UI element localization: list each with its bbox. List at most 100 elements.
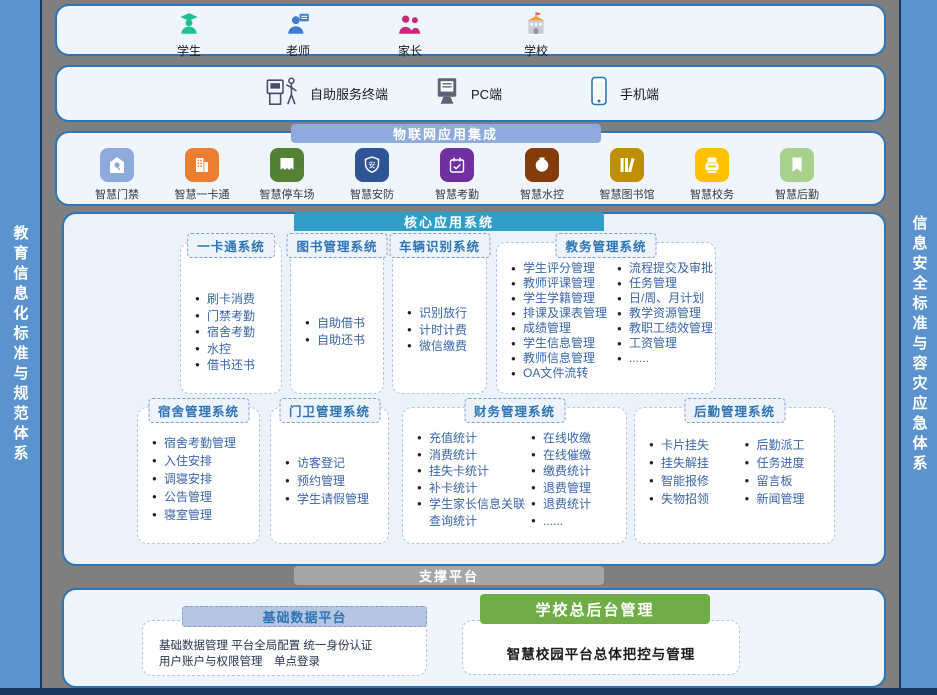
school-backend-box: 智慧校园平台总体把控与管理 [462, 620, 740, 675]
iot-label: 智慧门禁 [95, 186, 139, 202]
feature-list: 刷卡消费 门禁考勤 宿舍考勤 水控 借书还书 [181, 291, 281, 374]
feature-item: 宿舍考勤管理 [152, 434, 255, 452]
feature-item: ...... [617, 351, 715, 366]
iot-item-parking: 智慧停车场 [263, 148, 311, 202]
kiosk-icon [265, 75, 301, 112]
feature-list: 在线收缴 在线催缴 缴费统计 退费管理 退费统计 ...... [529, 430, 626, 529]
feature-item: 挂失卡统计 [417, 463, 529, 480]
left-pillar-label: 教育信息化标准与规范体系 [10, 225, 31, 465]
iot-item-security: 安 智慧安防 [348, 148, 396, 202]
system-box-finance: 财务管理系统 充值统计 消费统计 挂失卡统计 补卡统计 学生家长信息关联查询统计… [402, 407, 627, 544]
svg-text:安: 安 [368, 160, 376, 170]
user-item-school: 学校 [504, 11, 568, 53]
feature-list: 学生评分管理 教师评课管理 学生学籍管理 排课及课表管理 成绩管理 学生信息管理… [497, 261, 613, 381]
feature-list: 自助借书 自助还书 [291, 315, 383, 348]
basic-platform-features: 基础数据管理 平台全局配置 统一身份认证 用户账户与权限管理 单点登录 [143, 621, 426, 670]
teacher-icon [285, 11, 311, 42]
support-band: 支撑平台 基础数据平台 基础数据管理 平台全局配置 统一身份认证 用户账户与权限… [62, 588, 886, 688]
feature-item: 流程提交及审批 [617, 261, 715, 276]
box-title: 教务管理系统 [555, 233, 656, 258]
basic-data-platform-title: 基础数据平台 [182, 606, 427, 627]
iot-band-title: 物联网应用集成 [291, 124, 601, 143]
support-band-title: 支撑平台 [294, 566, 604, 585]
feature-item: 学生请假管理 [285, 490, 384, 508]
feature-list: 流程提交及审批 任务管理 日/周、月计划 教学资源管理 教职工绩效管理 工资管理… [613, 261, 715, 381]
water-control-icon [525, 148, 559, 182]
iot-label: 智慧一卡通 [175, 186, 230, 202]
iot-item-affairs: 智慧校务 [688, 148, 736, 202]
feature-list: 后勤派工 任务进度 留言板 新闻管理 [741, 436, 835, 508]
iot-label: 智慧水控 [520, 186, 564, 202]
attendance-calendar-icon [440, 148, 474, 182]
school-backend-content: 智慧校园平台总体把控与管理 [463, 621, 739, 663]
terminal-label: 自助服务终端 [310, 84, 388, 103]
access-control-icon [100, 148, 134, 182]
feature-item: 消费统计 [417, 447, 529, 464]
box-title: 后勤管理系统 [684, 398, 785, 423]
iot-item-onecard: 智慧一卡通 [178, 148, 226, 202]
feature-item: 任务进度 [745, 454, 835, 472]
iot-item-logistics: 智慧后勤 [773, 148, 821, 202]
iot-label: 智慧考勤 [435, 186, 479, 202]
feature-item: 学生信息管理 [511, 336, 613, 351]
basic-platform-line: 基础数据管理 平台全局配置 统一身份认证 [159, 638, 426, 654]
feature-item: 新闻管理 [745, 490, 835, 508]
terminal-label: PC端 [471, 84, 502, 103]
user-label: 学生 [177, 42, 201, 59]
pc-icon [432, 76, 462, 111]
system-box-gate: 门卫管理系统 访客登记 预约管理 学生请假管理 [270, 407, 389, 544]
system-box-dormitory: 宿舍管理系统 宿舍考勤管理 入住安排 调寝安排 公告管理 寝室管理 [137, 407, 260, 544]
phone-icon [587, 75, 611, 112]
right-pillar: 信息安全标准与容灾应急体系 [899, 0, 937, 689]
feature-item: 日/周、月计划 [617, 291, 715, 306]
smart-campus-architecture-diagram: 教育信息化标准与规范体系 信息安全标准与容灾应急体系 学生 老师 家长 [0, 0, 937, 695]
user-label: 学校 [524, 42, 548, 59]
user-item-student: 学生 [157, 11, 221, 53]
core-band-title: 核心应用系统 [294, 212, 604, 231]
feature-item: 教学资源管理 [617, 306, 715, 321]
feature-item: 自助还书 [305, 332, 379, 349]
feature-item: 调寝安排 [152, 470, 255, 488]
system-box-vehicle: 车辆识别系统 识别放行 计时计费 微信缴费 [392, 242, 487, 394]
feature-item: 缴费统计 [531, 463, 626, 480]
system-box-academic: 教务管理系统 学生评分管理 教师评课管理 学生学籍管理 排课及课表管理 成绩管理… [496, 242, 716, 394]
terminals-band: 自助服务终端 PC端 手机端 [55, 65, 886, 122]
user-label: 家长 [398, 42, 422, 59]
feature-item: ...... [531, 513, 626, 530]
feature-item: 学生评分管理 [511, 261, 613, 276]
iot-label: 智慧停车场 [260, 186, 315, 202]
iot-item-attendance: 智慧考勤 [433, 148, 481, 202]
terminal-label: 手机端 [620, 84, 659, 103]
feature-item: 借书还书 [195, 357, 277, 374]
users-band: 学生 老师 家长 学校 [55, 4, 886, 56]
user-item-parent: 家长 [378, 11, 442, 53]
feature-list: 宿舍考勤管理 入住安排 调寝安排 公告管理 寝室管理 [138, 434, 259, 524]
box-title: 财务管理系统 [464, 398, 565, 423]
feature-list: 卡片挂失 挂失解挂 智能报修 失物招领 [635, 436, 741, 508]
iot-label: 智慧安防 [350, 186, 394, 202]
left-pillar: 教育信息化标准与规范体系 [0, 0, 42, 689]
box-title: 图书管理系统 [286, 233, 387, 258]
feature-item: OA文件流转 [511, 366, 613, 381]
terminal-item-kiosk: 自助服务终端 [265, 67, 388, 120]
system-box-onecard: 一卡通系统 刷卡消费 门禁考勤 宿舍考勤 水控 借书还书 [180, 242, 282, 394]
security-shield-icon: 安 [355, 148, 389, 182]
feature-item: 教职工绩效管理 [617, 321, 715, 336]
box-title: 宿舍管理系统 [148, 398, 249, 423]
feature-item: 卡片挂失 [649, 436, 741, 454]
one-card-icon [185, 148, 219, 182]
iot-tile-row: 智慧门禁 智慧一卡通 智慧停车场 安 智慧安防 [93, 148, 821, 202]
right-pillar-label: 信息安全标准与容灾应急体系 [909, 215, 930, 475]
feature-item: 成绩管理 [511, 321, 613, 336]
feature-item: 宿舍考勤 [195, 324, 277, 341]
feature-item: 退费管理 [531, 480, 626, 497]
feature-list: 充值统计 消费统计 挂失卡统计 补卡统计 学生家长信息关联查询统计 [403, 430, 529, 529]
feature-item: 工资管理 [617, 336, 715, 351]
box-title: 一卡通系统 [187, 233, 275, 258]
iot-band: 物联网应用集成 智慧门禁 智慧一卡通 智慧停车场 [55, 131, 886, 206]
feature-item: 后勤派工 [745, 436, 835, 454]
iot-label: 智慧图书馆 [600, 186, 655, 202]
feature-item: 退费统计 [531, 496, 626, 513]
feature-item: 访客登记 [285, 454, 384, 472]
feature-item: 识别放行 [407, 305, 482, 322]
